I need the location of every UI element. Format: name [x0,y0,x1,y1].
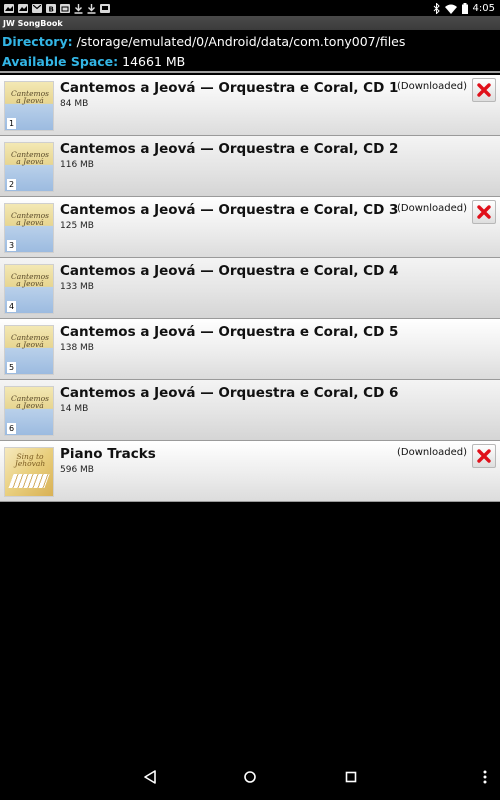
list-item[interactable]: Sing to Jehovah Piano Tracks 596 MB (Dow… [0,441,500,502]
svg-text:B: B [49,5,54,12]
list-item[interactable]: Cantemos a Jeová 5 Cantemos a Jeová — Orq… [0,319,500,380]
image-icon [18,3,28,13]
blogger-icon: B [46,3,56,13]
space-value: 14661 MB [122,53,186,69]
storage-info: Directory: /storage/emulated/0/Android/d… [0,31,500,71]
list-item[interactable]: Cantemos a Jeová 3 Cantemos a Jeová — Orq… [0,197,500,258]
songbook-list: Cantemos a Jeová 1 Cantemos a Jeová — Orq… [0,75,500,502]
wifi-icon [444,0,457,18]
download-status: (Downloaded) [396,203,467,214]
directory-label: Directory: [2,33,73,49]
list-item[interactable]: Cantemos a Jeová 6 Cantemos a Jeová — Orq… [0,380,500,441]
item-title: Piano Tracks [60,446,156,462]
back-button[interactable] [139,766,161,788]
list-item[interactable]: Cantemos a Jeová 4 Cantemos a Jeová — Orq… [0,258,500,319]
bluetooth-icon [433,0,440,18]
delete-icon [477,449,491,463]
recents-button[interactable] [340,766,362,788]
overflow-menu-button[interactable] [474,766,496,788]
item-size: 133 MB [60,282,94,292]
item-title: Cantemos a Jeová — Orquestra e Coral, CD… [60,202,399,218]
battery-icon [461,0,468,18]
space-line: Available Space: 14661 MB [0,51,500,71]
item-size: 138 MB [60,343,94,353]
item-title: Cantemos a Jeová — Orquestra e Coral, CD… [60,80,399,96]
download-status: (Downloaded) [396,81,467,92]
item-size: 596 MB [60,465,94,475]
delete-button[interactable] [472,200,496,224]
album-cover: Cantemos a Jeová 2 [4,142,54,192]
back-icon [144,770,156,784]
delete-icon [477,83,491,97]
directory-value: /storage/emulated/0/Android/data/com.ton… [76,33,406,49]
directory-line: Directory: /storage/emulated/0/Android/d… [0,31,500,51]
item-title: Cantemos a Jeová — Orquestra e Coral, CD… [60,324,399,340]
delete-icon [477,205,491,219]
list-item[interactable]: Cantemos a Jeová 1 Cantemos a Jeová — Orq… [0,75,500,136]
image-icon [4,3,14,13]
item-size: 14 MB [60,404,89,414]
status-bar: B 4:05 [0,0,500,16]
recents-icon [345,771,357,783]
album-cover: Sing to Jehovah [4,447,54,497]
item-title: Cantemos a Jeová — Orquestra e Coral, CD… [60,141,399,157]
delete-button[interactable] [472,78,496,102]
item-title: Cantemos a Jeová — Orquestra e Coral, CD… [60,263,399,279]
item-size: 125 MB [60,221,94,231]
gmail-icon [32,3,42,13]
home-button[interactable] [239,766,261,788]
list-item[interactable]: Cantemos a Jeová 2 Cantemos a Jeová — Orq… [0,136,500,197]
album-cover: Cantemos a Jeová 3 [4,203,54,253]
app-title: JW SongBook [3,18,63,28]
album-cover: Cantemos a Jeová 5 [4,325,54,375]
download-icon [87,0,96,18]
app-title-bar: JW SongBook [0,16,500,30]
divider [0,71,500,73]
more-vertical-icon [483,770,487,784]
notification-icons: B [0,0,110,18]
space-label: Available Space: [2,53,119,69]
delete-button[interactable] [472,444,496,468]
item-size: 116 MB [60,160,94,170]
download-status: (Downloaded) [396,447,467,458]
item-size: 84 MB [60,99,89,109]
calendar-icon [60,3,70,13]
album-cover: Cantemos a Jeová 4 [4,264,54,314]
photos-icon [100,3,110,13]
navigation-bar [0,754,500,800]
download-icon [74,0,83,18]
clock: 4:05 [472,2,495,14]
home-icon [244,771,256,783]
album-cover: Cantemos a Jeová 1 [4,81,54,131]
album-cover: Cantemos a Jeová 6 [4,386,54,436]
item-title: Cantemos a Jeová — Orquestra e Coral, CD… [60,385,399,401]
system-icons: 4:05 [433,0,500,18]
